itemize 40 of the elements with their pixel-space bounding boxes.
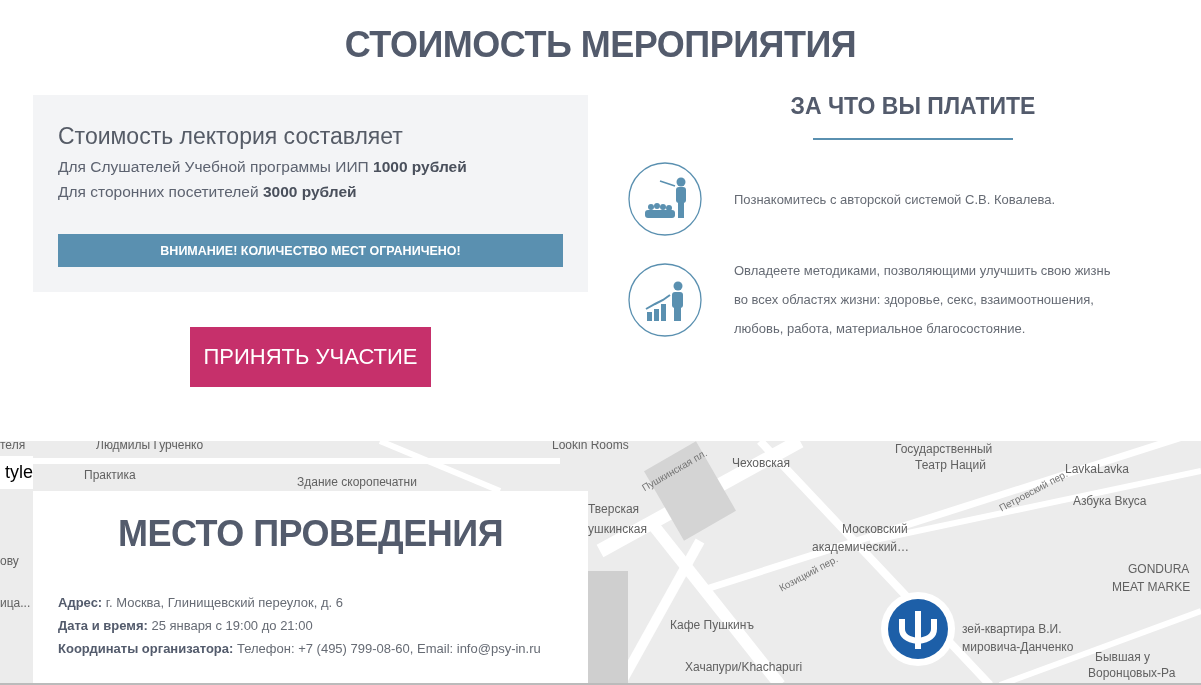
benefit-text: Овладеете методиками, позволяющими улучшить свою жизнь во всех областях жизни: здоровье, секс, взаимоотношения, любовь, работа, материальное благосостояние. xyxy=(734,262,1112,338)
map-place-label: Московский xyxy=(842,521,908,537)
person-chart-icon xyxy=(628,262,702,337)
page-title: СТОИМОСТЬ МЕРОПРИЯТИЯ xyxy=(343,23,858,67)
metro-station-label: Чеховская xyxy=(732,455,790,471)
venue-detail: Дата и время: 25 января с 19:00 до 21:00 xyxy=(58,617,314,635)
map-place-label: Здание скоропечатни xyxy=(297,474,417,490)
map-place-label: Бывшая у xyxy=(1095,649,1150,665)
notice-banner: ВНИМАНИЕ! КОЛИЧЕСТВО МЕСТ ОГРАНИЧЕНО! xyxy=(58,234,563,267)
map-place-label: мировича-Данченко xyxy=(962,639,1074,655)
map-place-label: Lookin Rooms xyxy=(552,441,629,453)
map-place-label: GONDURA xyxy=(1128,561,1190,577)
metro-station-label: ушкинская xyxy=(588,521,647,537)
price-heading: Стоимость лектория составляет xyxy=(58,123,404,150)
price-line: Для сторонних посетителей 3000 рублей xyxy=(58,182,358,202)
metro-station-label: Тверская xyxy=(588,501,640,517)
map-place-label: теля xyxy=(0,441,26,453)
map-place-label: Кафе Пушкинъ xyxy=(670,617,754,633)
map-place-label: ица... xyxy=(0,595,31,611)
venue-detail: Координаты организатора: Телефон: +7 (495) 799-08-60, Email: info@psy-in.ru xyxy=(58,640,542,658)
map-place-label: Государственный xyxy=(895,441,993,457)
logo-pin-icon xyxy=(880,591,956,667)
benefits-heading: ЗА ЧТО ВЫ ПЛАТИТЕ xyxy=(789,93,1037,120)
map-style-control[interactable]: tyle xyxy=(0,456,33,489)
map-place-label: ову xyxy=(0,553,19,569)
price-line: Для Слушателей Учебной программы ИИП 1000 рублей xyxy=(58,157,468,177)
map-place-label: Практика xyxy=(84,467,136,483)
venue-detail: Адрес: г. Москва, Глинищевский переулок, д. 6 xyxy=(58,594,344,612)
lecturer-audience-icon xyxy=(628,162,702,236)
map-place-label: академический… xyxy=(812,539,910,555)
join-button[interactable]: ПРИНЯТЬ УЧАСТИЕ xyxy=(189,327,432,387)
map-place-label: зей-квартира В.И. xyxy=(962,621,1062,637)
benefit-text: Познакомитесь с авторской системой С.В. Ковалева. xyxy=(734,190,1057,209)
map-place-label: Людмилы Гурченко xyxy=(96,441,204,453)
map-place-label: MEAT MARKE xyxy=(1112,579,1191,595)
venue-heading: МЕСТО ПРОВЕДЕНИЯ xyxy=(117,512,504,556)
map-place-label: Азбука Вкуса xyxy=(1073,493,1147,509)
map-place-label: Воронцовых-Ра xyxy=(1088,665,1176,681)
map-place-label: Театр Наций xyxy=(915,457,986,473)
map-place-label: Хачапури/Khachapuri xyxy=(685,659,803,675)
